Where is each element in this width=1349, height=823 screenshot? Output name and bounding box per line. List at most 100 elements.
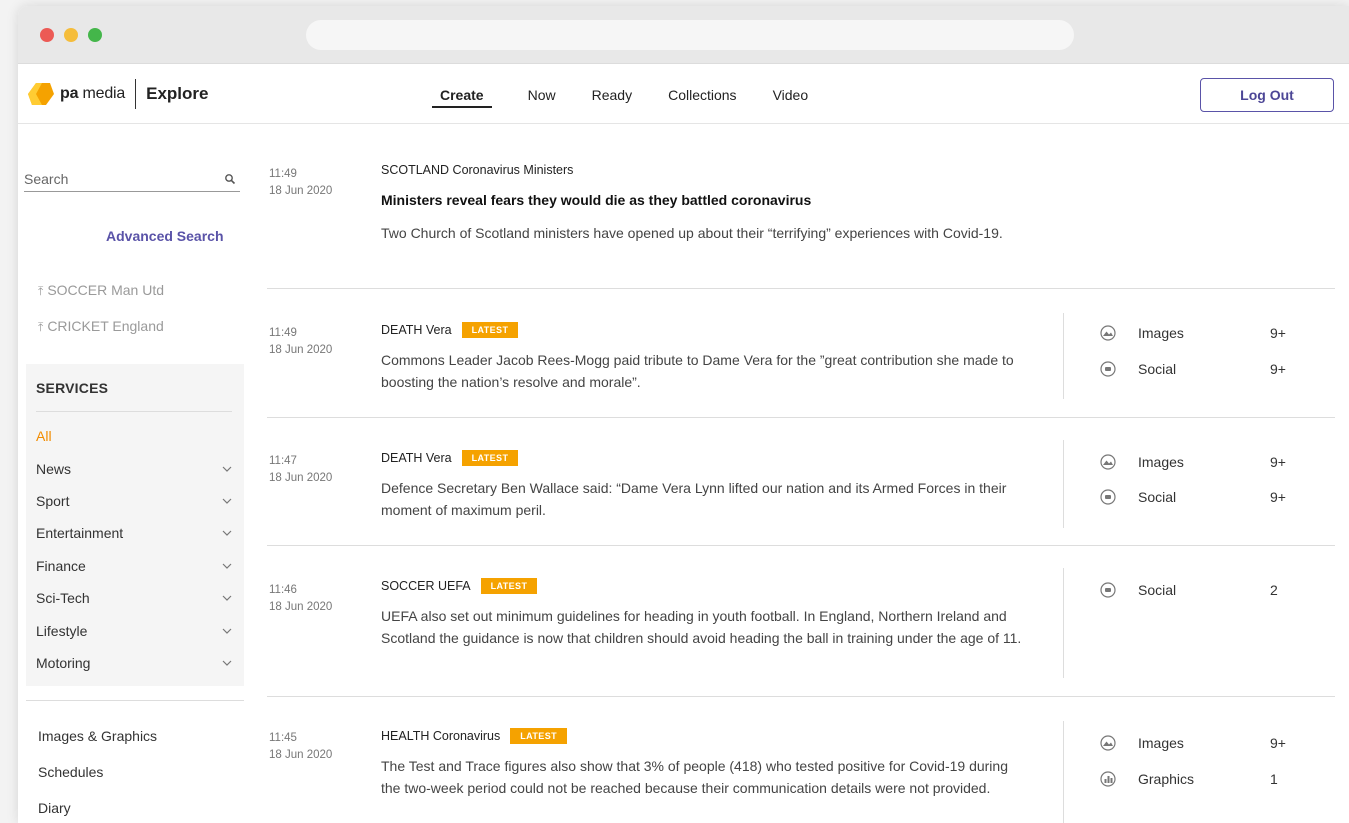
- brand-name: pa media: [60, 85, 126, 102]
- story-headline[interactable]: Ministers reveal fears they would die as…: [381, 192, 811, 208]
- tab-create[interactable]: Create: [432, 81, 492, 108]
- story-item[interactable]: 11:49 18 Jun 2020 SCOTLAND Coronavirus Mi…: [267, 124, 1335, 289]
- tab-now[interactable]: Now: [528, 81, 556, 108]
- chevron-down-icon: [222, 466, 232, 472]
- nav-images-graphics[interactable]: Images & Graphics: [38, 728, 157, 744]
- browser-chrome: [18, 6, 1349, 64]
- graphics-icon: [1100, 771, 1116, 787]
- search-icon[interactable]: [224, 173, 236, 185]
- asset-graphics[interactable]: Graphics 1: [1100, 771, 1300, 787]
- service-finance[interactable]: Finance: [36, 558, 232, 574]
- images-icon: [1100, 325, 1116, 341]
- services-heading: SERVICES: [36, 380, 109, 396]
- chevron-down-icon: [222, 530, 232, 536]
- search-box: [24, 166, 240, 192]
- chevron-down-icon: [222, 563, 232, 569]
- service-sci-tech[interactable]: Sci-Tech: [36, 590, 232, 606]
- story-timestamp: 11:49 18 Jun 2020: [269, 327, 333, 356]
- asset-social[interactable]: Social 9+: [1100, 361, 1300, 377]
- pinned-search-item[interactable]: ⤒ CRICKET England: [38, 318, 164, 335]
- asset-count: 9+: [1270, 735, 1286, 751]
- story-item[interactable]: 11:46 18 Jun 2020 SOCCER UEFA LATEST UEFA…: [267, 546, 1335, 697]
- story-timestamp: 11:45 18 Jun 2020: [269, 732, 333, 761]
- service-all[interactable]: All: [36, 428, 232, 444]
- asset-social[interactable]: Social 9+: [1100, 489, 1300, 505]
- tab-ready[interactable]: Ready: [592, 81, 632, 108]
- story-summary: The Test and Trace figures also show tha…: [381, 758, 1008, 796]
- nav-diary[interactable]: Diary: [38, 800, 71, 816]
- story-item[interactable]: 11:45 18 Jun 2020 HEALTH Coronavirus LATE…: [267, 697, 1335, 823]
- chevron-down-icon: [222, 498, 232, 504]
- images-icon: [1100, 735, 1116, 751]
- pinned-search-label: CRICKET England: [47, 318, 164, 334]
- brand-logo[interactable]: pa media Explore: [28, 79, 209, 109]
- product-name: Explore: [146, 84, 209, 103]
- service-entertainment[interactable]: Entertainment: [36, 525, 232, 541]
- nav-schedules[interactable]: Schedules: [38, 764, 103, 780]
- browser-window: pa media Explore Create Now Ready Collec…: [18, 6, 1349, 823]
- services-panel: SERVICES All News Sport Entertainment Fi…: [26, 364, 244, 686]
- asset-images[interactable]: Images 9+: [1100, 454, 1300, 470]
- asset-social[interactable]: Social 2: [1100, 582, 1300, 598]
- chevron-down-icon: [222, 628, 232, 634]
- story-item[interactable]: 11:49 18 Jun 2020 DEATH Vera LATEST Commo…: [267, 289, 1335, 418]
- story-slug: DEATH Vera LATEST: [381, 450, 519, 466]
- log-out-button[interactable]: Log Out: [1200, 78, 1334, 112]
- tab-collections[interactable]: Collections: [668, 81, 736, 108]
- address-bar[interactable]: [306, 20, 1074, 50]
- minimize-window-button[interactable]: [64, 28, 78, 42]
- latest-badge: LATEST: [480, 578, 538, 594]
- story-slug: SOCCER UEFA LATEST: [381, 578, 538, 594]
- story-assets: Images 9+ Graphics 1: [1063, 721, 1335, 823]
- asset-images[interactable]: Images 9+: [1100, 325, 1300, 341]
- story-summary: Defence Secretary Ben Wallace said: “Dam…: [381, 480, 1007, 518]
- service-news[interactable]: News: [36, 461, 232, 477]
- search-input[interactable]: [24, 170, 204, 187]
- asset-images[interactable]: Images 9+: [1100, 735, 1300, 751]
- asset-count: 9+: [1270, 454, 1286, 470]
- brand-divider: [135, 79, 137, 109]
- social-icon: [1100, 582, 1116, 598]
- pa-media-logo-icon: [28, 83, 54, 105]
- latest-badge: LATEST: [461, 450, 519, 466]
- asset-count: 9+: [1270, 325, 1286, 341]
- images-icon: [1100, 454, 1116, 470]
- service-motoring[interactable]: Motoring: [36, 655, 232, 671]
- asset-count: 1: [1270, 771, 1278, 787]
- story-summary: Commons Leader Jacob Rees-Mogg paid trib…: [381, 352, 1014, 390]
- story-timestamp: 11:46 18 Jun 2020: [269, 584, 333, 613]
- latest-badge: LATEST: [461, 322, 519, 338]
- pin-icon: ⤒: [38, 284, 44, 298]
- story-assets: Images 9+ Social 9+: [1063, 313, 1335, 399]
- tab-video[interactable]: Video: [773, 81, 809, 108]
- advanced-search-link[interactable]: Advanced Search: [106, 228, 224, 244]
- top-navigation: pa media Explore Create Now Ready Collec…: [18, 64, 1349, 124]
- divider: [36, 411, 232, 412]
- divider: [26, 700, 244, 701]
- story-slug: SCOTLAND Coronavirus Ministers: [381, 163, 574, 177]
- story-slug: HEALTH Coronavirus LATEST: [381, 728, 567, 744]
- pin-icon: ⤒: [38, 320, 44, 334]
- story-item[interactable]: 11:47 18 Jun 2020 DEATH Vera LATEST Defen…: [267, 418, 1335, 546]
- chevron-down-icon: [222, 595, 232, 601]
- pinned-search-label: SOCCER Man Utd: [47, 282, 165, 298]
- story-assets: Images 9+ Social 9+: [1063, 440, 1335, 528]
- story-timestamp: 11:47 18 Jun 2020: [269, 455, 333, 484]
- story-summary: UEFA also set out minimum guidelines for…: [381, 608, 1022, 646]
- asset-count: 9+: [1270, 361, 1286, 377]
- story-assets: Social 2: [1063, 568, 1335, 678]
- maximize-window-button[interactable]: [88, 28, 102, 42]
- chevron-down-icon: [222, 660, 232, 666]
- social-icon: [1100, 489, 1116, 505]
- social-icon: [1100, 361, 1116, 377]
- asset-count: 2: [1270, 582, 1278, 598]
- sidebar: Advanced Search ⤒SOCCER Man Utd ⤒CRICKET…: [18, 124, 250, 823]
- close-window-button[interactable]: [40, 28, 54, 42]
- story-summary: Two Church of Scotland ministers have op…: [381, 225, 1003, 241]
- pinned-search-item[interactable]: ⤒ SOCCER Man Utd: [38, 282, 164, 299]
- service-lifestyle[interactable]: Lifestyle: [36, 623, 232, 639]
- story-slug: DEATH Vera LATEST: [381, 322, 519, 338]
- latest-badge: LATEST: [510, 728, 567, 744]
- service-sport[interactable]: Sport: [36, 493, 232, 509]
- asset-count: 9+: [1270, 489, 1286, 505]
